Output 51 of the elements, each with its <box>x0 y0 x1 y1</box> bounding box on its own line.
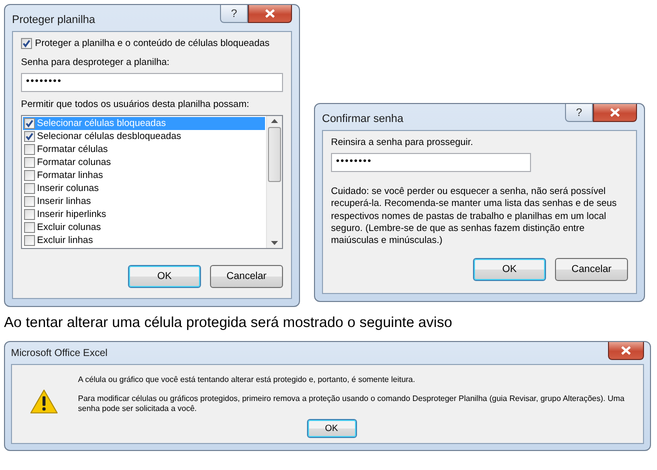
message-text: A célula ou gráfico que você está tentando alterar está protegido e, portanto, é somente leitura. <box>78 374 416 386</box>
checkbox[interactable] <box>24 144 35 155</box>
message-text: Para modificar células ou gráficos protegidos, primeiro remova a proteção usando o comando Desproteger Planilha (guia Revisar, grupo Alterações). Uma senha pode ser solicitada a você. <box>78 394 626 415</box>
checkbox[interactable] <box>24 208 35 220</box>
caption-text: Ao tentar alterar uma célula protegida será mostrado o seguinte aviso <box>4 314 454 331</box>
password-field[interactable]: •••••••• <box>331 152 531 172</box>
checkbox[interactable] <box>21 38 32 50</box>
checkbox[interactable] <box>24 234 35 246</box>
list-item[interactable]: Formatar células <box>23 142 265 156</box>
list-item[interactable]: Excluir colunas <box>23 220 265 234</box>
ok-button[interactable]: OK <box>306 418 356 438</box>
list-item[interactable]: Inserir linhas <box>23 194 265 208</box>
checkbox[interactable] <box>24 118 35 129</box>
cancel-button[interactable]: Cancelar <box>555 258 628 281</box>
window-title: Proteger planilha <box>12 14 96 26</box>
help-button[interactable]: ? <box>220 5 248 23</box>
checkbox-label: Proteger a planilha e o conteúdo de células bloqueadas <box>35 38 270 50</box>
checkbox[interactable] <box>24 182 35 194</box>
password-field[interactable]: •••••••• <box>21 72 283 92</box>
checkbox[interactable] <box>24 170 35 181</box>
scroll-up-icon <box>271 118 278 123</box>
checkbox[interactable] <box>24 156 35 168</box>
warning-text: Cuidado: se você perder ou esquecer a senha, não será possível recuperá-la. Recomenda-se manter uma lista das senhas e de seus respectivos nomes de pastas de trabalho e planilhas em um local seguro. (Lembre-se de que as senhas fazem distinção entre maiúsculas e minúsculas.) <box>331 186 618 248</box>
checkbox[interactable] <box>24 222 35 233</box>
window-title: Confirmar senha <box>322 113 404 125</box>
close-button[interactable] <box>248 5 292 23</box>
list-item[interactable]: Inserir hiperlinks <box>23 208 265 221</box>
list-item[interactable]: Formatar colunas <box>23 156 265 169</box>
list-item[interactable]: Selecionar células desbloqueadas <box>23 130 265 143</box>
field-label: Senha para desproteger a planilha: <box>21 56 170 69</box>
warning-icon <box>30 388 58 414</box>
close-icon <box>610 108 620 117</box>
close-icon <box>265 9 275 18</box>
close-button[interactable] <box>593 104 637 122</box>
field-label: Permitir que todos os usuários desta planilha possam: <box>21 98 250 111</box>
cancel-button[interactable]: Cancelar <box>210 264 283 288</box>
scrollbar[interactable] <box>266 116 282 248</box>
checkbox[interactable] <box>24 130 35 142</box>
scroll-down-icon <box>271 240 278 245</box>
ok-button[interactable]: OK <box>128 264 201 288</box>
checkmark-icon <box>22 39 31 48</box>
ok-button[interactable]: OK <box>473 258 546 281</box>
list-item[interactable]: Excluir linhas <box>23 234 265 247</box>
window-title: Microsoft Office Excel <box>11 348 109 359</box>
list-item[interactable]: Formatar linhas <box>23 168 265 182</box>
close-icon <box>621 346 631 355</box>
list-item[interactable]: Inserir colunas <box>23 182 265 195</box>
help-button[interactable]: ? <box>565 104 593 122</box>
field-label: Reinsira a senha para prosseguir. <box>331 137 474 149</box>
checkbox[interactable] <box>24 196 35 207</box>
close-button[interactable] <box>608 342 644 360</box>
